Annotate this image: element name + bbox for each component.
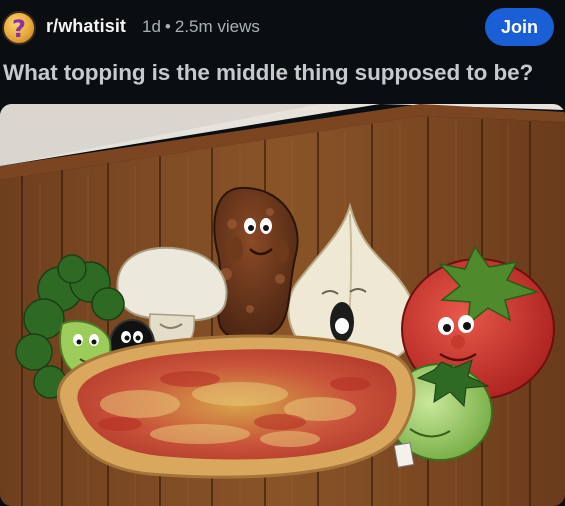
meta-separator: • <box>164 17 171 36</box>
subreddit-avatar[interactable]: ? <box>2 11 36 45</box>
subreddit-name[interactable]: r/whatisit <box>46 16 126 37</box>
post-header: ? r/whatisit 1d • 2.5m views Join <box>0 0 565 56</box>
post-meta: 1d • 2.5m views <box>142 17 260 37</box>
post-title[interactable]: What topping is the middle thing suppose… <box>3 60 565 86</box>
view-count: 2.5m views <box>174 17 260 36</box>
post-image[interactable] <box>0 104 565 506</box>
join-button[interactable]: Join <box>485 8 554 46</box>
post-age: 1d <box>142 17 161 36</box>
pizza-wall-art-image <box>0 104 565 506</box>
question-mark-icon: ? <box>12 15 26 43</box>
